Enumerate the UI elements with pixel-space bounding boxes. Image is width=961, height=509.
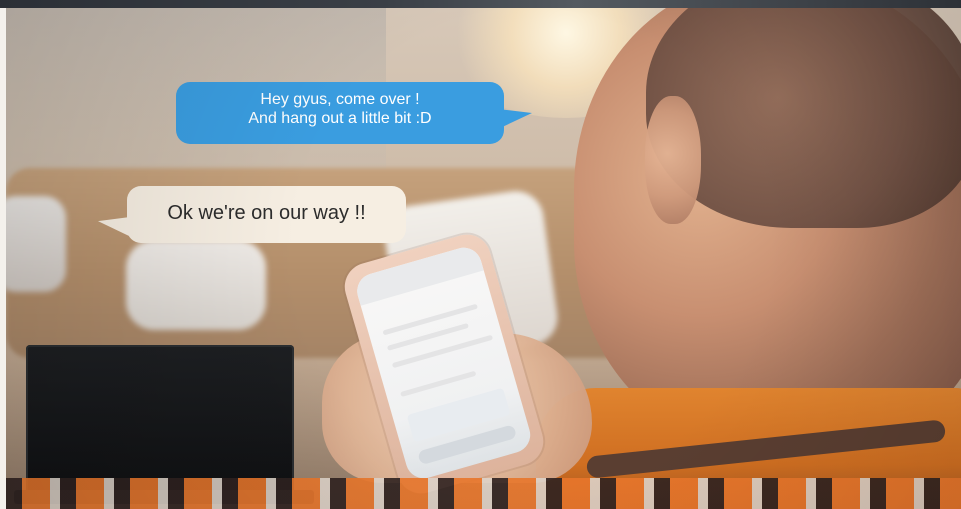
phone-text-line xyxy=(382,303,479,336)
chat-bubble-line: And hang out a little bit :D xyxy=(248,109,432,127)
top-bar xyxy=(0,0,961,8)
pillow-center xyxy=(126,240,266,330)
chat-bubble-reply: Ok we're on our way !! xyxy=(127,186,406,243)
phone-text-line xyxy=(400,370,477,398)
laptop-screen xyxy=(26,345,294,495)
person-ear xyxy=(645,96,701,224)
chat-bubble-line: Ok we're on our way !! xyxy=(167,202,366,224)
chat-bubble-line: Hey gyus, come over ! xyxy=(260,91,420,108)
photo-scene: Hey gyus, come over ! And hang out a lit… xyxy=(6,8,961,509)
video-frame: Hey gyus, come over ! And hang out a lit… xyxy=(0,0,961,509)
pillow-left xyxy=(6,196,66,292)
blanket xyxy=(6,478,961,509)
chat-bubble-incoming: Hey gyus, come over ! And hang out a lit… xyxy=(176,82,504,144)
